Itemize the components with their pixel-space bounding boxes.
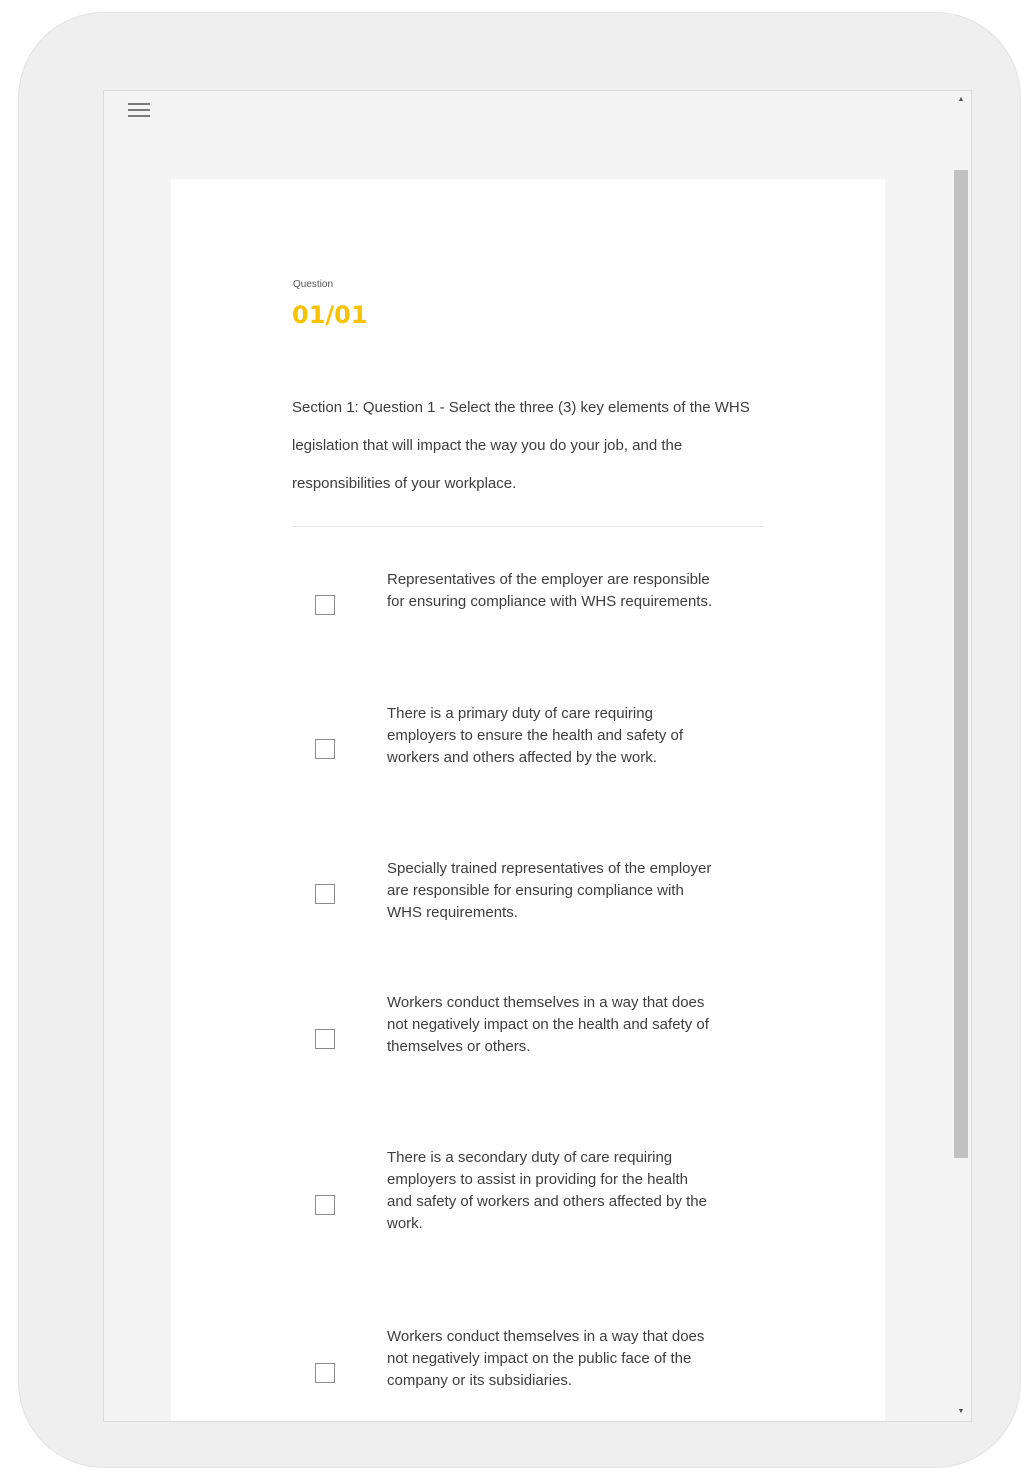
scrollbar-thumb[interactable] [954, 170, 968, 1158]
menu-bar [128, 109, 150, 111]
option-2-text: There is a primary duty of care requirin… [387, 705, 684, 766]
option-6-text: Workers conduct themselves in a way that… [387, 1328, 705, 1389]
question-label: Question [293, 279, 334, 290]
question-number: 01/01 [292, 301, 368, 329]
option-2-checkbox[interactable] [315, 739, 335, 759]
menu-bar [128, 115, 150, 117]
scroll-down-arrow-icon[interactable]: ▼ [953, 1405, 969, 1419]
divider [292, 526, 764, 527]
menu-bar [128, 103, 150, 105]
app-screen: Question 01/01 Section 1: Question 1 - S… [103, 90, 972, 1422]
option-4-text: Workers conduct themselves in a way that… [387, 994, 709, 1055]
option-6-checkbox[interactable] [315, 1363, 335, 1383]
option-4-checkbox[interactable] [315, 1029, 335, 1049]
question-text: Section 1: Question 1 - Select the three… [292, 399, 750, 492]
question-card: Question 01/01 Section 1: Question 1 - S… [171, 179, 885, 1421]
option-1-checkbox[interactable] [315, 595, 335, 615]
tablet-frame: Question 01/01 Section 1: Question 1 - S… [18, 12, 1021, 1468]
hamburger-menu-icon[interactable] [128, 103, 150, 119]
option-3-text: Specially trained representatives of the… [387, 860, 712, 921]
vertical-scrollbar[interactable]: ▲ ▼ [953, 93, 969, 1419]
option-3-checkbox[interactable] [315, 884, 335, 904]
option-5-text: There is a secondary duty of care requir… [387, 1149, 707, 1232]
option-5-checkbox[interactable] [315, 1195, 335, 1215]
scroll-up-arrow-icon[interactable]: ▲ [953, 93, 969, 107]
option-1-text: Representatives of the employer are resp… [387, 571, 713, 610]
